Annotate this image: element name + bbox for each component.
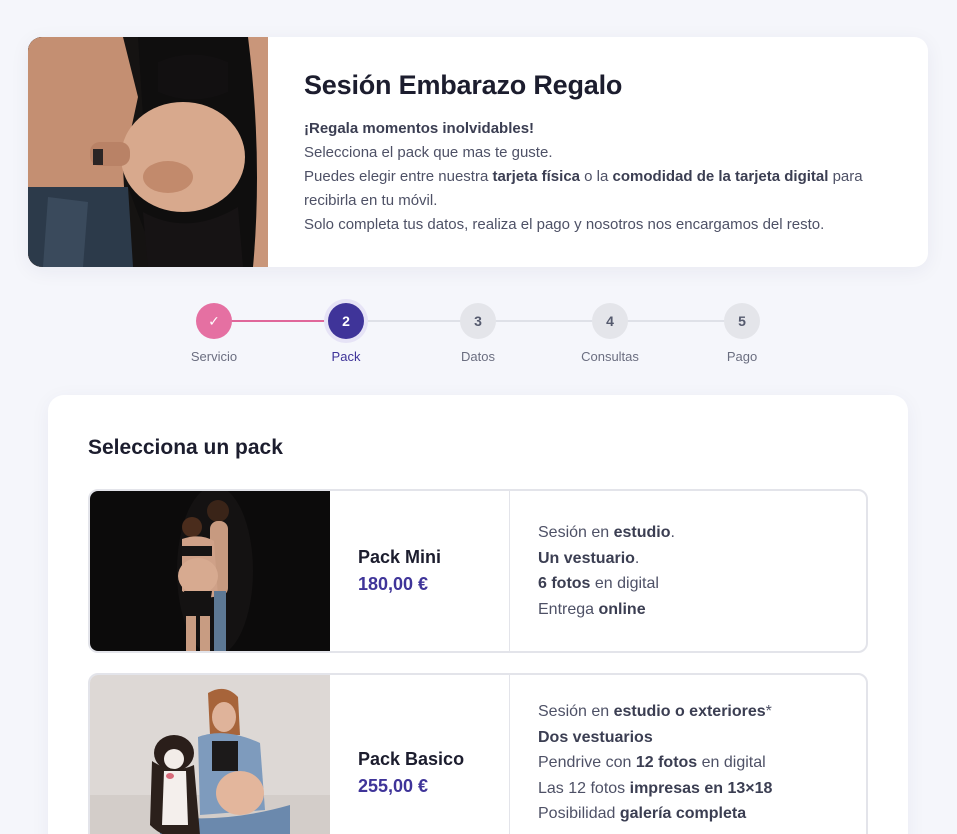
feature-text: Pendrive con [538, 754, 636, 771]
pack-info: Pack Basico 255,00 € [330, 675, 510, 834]
step-label: Pack [331, 349, 361, 364]
maternity-couple-photo [28, 37, 268, 267]
feature-highlight: 12 fotos [635, 754, 698, 771]
feature-text: Sesión en [538, 524, 614, 541]
feature-highlight: impresas en 13×18 [629, 779, 773, 797]
step-datos[interactable]: 3 Datos [433, 303, 523, 364]
feature-highlight: estudio [613, 524, 671, 541]
feature-item: Pendrive con 12 fotos en digital [538, 750, 772, 776]
progress-stepper: ✓ Servicio 2 Pack 3 Datos 4 Consultas 5 … [170, 303, 790, 373]
feature-item: 6 fotos en digital [538, 571, 675, 597]
pack-photo [90, 675, 330, 834]
feature-text: Posibilidad [538, 805, 620, 822]
check-icon: ✓ [196, 303, 232, 339]
pack-name: Pack Mini [358, 547, 442, 567]
hero-card: Sesión Embarazo Regalo ¡Regala momentos … [28, 37, 928, 267]
feature-highlight: Un vestuario [538, 549, 635, 567]
feature-item: Sesión en estudio o exteriores* [538, 699, 772, 725]
feature-item: Entrega online [538, 597, 675, 623]
hero-photo [28, 37, 268, 267]
step-label: Consultas [581, 349, 639, 364]
step-number: 2 [328, 303, 364, 339]
feature-text: Las 12 fotos [538, 779, 630, 797]
hero-line-2-digital-card: comodidad de la tarjeta digital [612, 168, 829, 185]
feature-text: . [634, 549, 640, 567]
pack-price: 255,00 € [358, 776, 429, 796]
section-title: Selecciona un pack [88, 436, 283, 459]
hero-line-2-text: Puedes elegir entre nuestra [304, 168, 493, 185]
feature-highlight: estudio o exteriores [613, 703, 766, 720]
step-number: 5 [724, 303, 760, 339]
hero-content: Sesión Embarazo Regalo ¡Regala momentos … [268, 37, 928, 267]
pack-features: Sesión en estudio. Un vestuario. 6 fotos… [510, 491, 675, 651]
hero-line-2-text: o la [580, 168, 613, 185]
hero-lead: ¡Regala momentos inolvidables! [304, 120, 535, 137]
step-pack[interactable]: 2 Pack [301, 303, 391, 364]
pack-price: 180,00 € [358, 574, 429, 594]
step-pago[interactable]: 5 Pago [697, 303, 787, 364]
step-label: Datos [461, 349, 495, 364]
step-number: 3 [460, 303, 496, 339]
hero-line-2-physical-card: tarjeta física [492, 168, 580, 185]
step-consultas[interactable]: 4 Consultas [565, 303, 655, 364]
step-label: Servicio [190, 349, 238, 364]
feature-item: Posibilidad galería completa [538, 801, 772, 827]
pack-selection-panel: Selecciona un pack Pack Mini 180,00 € Se… [48, 395, 908, 834]
feature-highlight: galería completa [619, 805, 747, 822]
feature-item: Las 12 fotos impresas en 13×18 [538, 776, 772, 802]
feature-text: Entrega [538, 600, 599, 618]
hero-line-3: Solo completa tus datos, realiza el pago… [304, 216, 825, 233]
pack-mini-photo [90, 491, 330, 651]
step-servicio[interactable]: ✓ Servicio [169, 303, 259, 364]
feature-text: * [765, 703, 772, 720]
feature-item: Un vestuario. [538, 546, 675, 572]
step-label: Pago [726, 349, 758, 364]
feature-item: Sesión en estudio. [538, 520, 675, 546]
feature-highlight: 6 fotos [538, 575, 591, 592]
hero-description: ¡Regala momentos inolvidables! Seleccion… [304, 117, 892, 237]
feature-highlight: online [598, 600, 646, 618]
pack-photo [90, 491, 330, 651]
pack-card-mini[interactable]: Pack Mini 180,00 € Sesión en estudio. Un… [88, 489, 868, 653]
pack-basico-photo [90, 675, 330, 834]
feature-item: Dos vestuarios [538, 725, 772, 751]
feature-text: en digital [590, 575, 659, 592]
feature-text: . [670, 524, 675, 541]
pack-card-basico[interactable]: Pack Basico 255,00 € Sesión en estudio o… [88, 673, 868, 834]
feature-text: Sesión en [538, 703, 614, 720]
pack-features: Sesión en estudio o exteriores* Dos vest… [510, 675, 772, 834]
pack-info: Pack Mini 180,00 € [330, 491, 510, 651]
page-title: Sesión Embarazo Regalo [304, 70, 623, 100]
feature-highlight: Dos vestuarios [538, 728, 653, 746]
hero-line-1: Selecciona el pack que mas te guste. [304, 144, 553, 161]
step-number: 4 [592, 303, 628, 339]
pack-name: Pack Basico [358, 749, 465, 769]
hero-line-2: Puedes elegir entre nuestra tarjeta físi… [304, 165, 892, 213]
feature-text: en digital [697, 754, 766, 771]
